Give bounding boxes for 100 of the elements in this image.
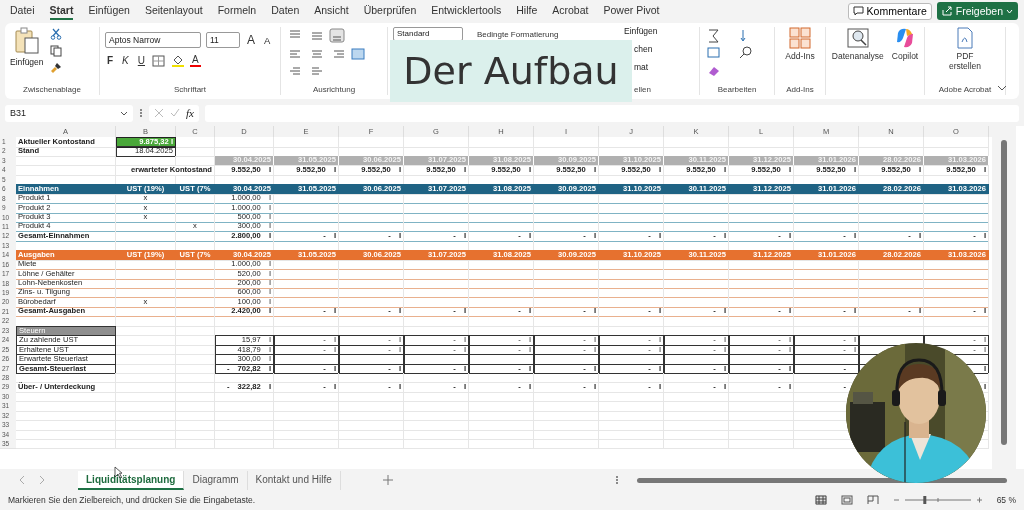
grid-cell bbox=[274, 297, 339, 308]
conditional-formatting-button[interactable]: Bedingte Formatierung bbox=[477, 29, 559, 39]
grid-cell bbox=[664, 212, 729, 223]
font-name-field[interactable]: Aptos Narrow bbox=[105, 32, 201, 48]
grid-cell bbox=[924, 212, 989, 223]
group-label: Bearbeiten bbox=[716, 85, 758, 95]
analysis-button[interactable]: Datenanalyse bbox=[829, 27, 886, 95]
ribbon-tab[interactable]: Acrobat bbox=[552, 2, 589, 20]
zoom-slider[interactable] bbox=[892, 495, 983, 504]
share-button[interactable]: Freigeben bbox=[936, 2, 1018, 20]
zoom-level[interactable]: 65 % bbox=[996, 494, 1016, 505]
font-color-button[interactable]: A bbox=[190, 54, 201, 67]
ribbon-tab[interactable]: Datei bbox=[10, 2, 35, 20]
grid-cell bbox=[534, 278, 599, 289]
sheet-tab[interactable]: Liquiditätsplanung bbox=[78, 470, 185, 490]
grid-cell bbox=[116, 269, 176, 280]
page-layout-icon[interactable] bbox=[840, 494, 853, 505]
grid-cell bbox=[215, 391, 274, 403]
grow-font-button[interactable]: A bbox=[245, 33, 257, 47]
grid-cell bbox=[116, 372, 176, 384]
ribbon-tab[interactable]: Einfügen bbox=[88, 2, 130, 20]
pdf-document-icon bbox=[955, 27, 975, 49]
grid-cell bbox=[729, 372, 794, 384]
font-size-field[interactable]: 11 bbox=[206, 32, 240, 48]
sheet-tab[interactable]: Diagramm bbox=[184, 470, 248, 490]
swirl-icon bbox=[894, 27, 916, 49]
ribbon-tab[interactable]: Power Pivot bbox=[603, 2, 660, 20]
grid-cell bbox=[116, 316, 176, 327]
grid-cell bbox=[599, 401, 664, 412]
grid-cell bbox=[534, 401, 599, 412]
cells-menu-item[interactable]: chen bbox=[634, 44, 653, 54]
italic-button[interactable]: K bbox=[120, 55, 131, 66]
paste-button[interactable]: Einfügen bbox=[10, 27, 44, 67]
analysis-button[interactable]: Copilot bbox=[889, 27, 921, 95]
grid-cell bbox=[924, 269, 989, 280]
grid-cell bbox=[404, 372, 469, 384]
page-break-icon[interactable] bbox=[866, 494, 879, 505]
underline-button[interactable]: U bbox=[135, 55, 147, 66]
grid-cell bbox=[274, 439, 339, 450]
grid-cell bbox=[339, 410, 404, 422]
scissors-icon[interactable] bbox=[49, 28, 62, 40]
grid-cell bbox=[176, 212, 215, 223]
cells-menu-item[interactable]: mat bbox=[634, 62, 649, 72]
comments-button[interactable]: Kommentare bbox=[847, 2, 932, 20]
normal-view-icon[interactable] bbox=[814, 494, 827, 505]
grid-cell bbox=[534, 391, 599, 403]
ribbon-tab[interactable]: Formeln bbox=[217, 2, 257, 20]
next-sheet-icon[interactable] bbox=[38, 475, 46, 485]
grid-cell bbox=[469, 401, 534, 412]
insert-function-button[interactable]: fx bbox=[186, 107, 194, 119]
grid-cell bbox=[469, 316, 534, 327]
ribbon-tab[interactable]: Daten bbox=[271, 2, 300, 20]
zoom-slider-thumb[interactable] bbox=[922, 495, 926, 504]
border-icon[interactable] bbox=[152, 54, 166, 67]
more-icon[interactable] bbox=[139, 108, 143, 118]
grid-cell bbox=[339, 354, 404, 365]
sheet-tab[interactable]: Kontakt und Hilfe bbox=[247, 470, 341, 490]
create-pdf-button[interactable]: PDF erstellen bbox=[946, 27, 984, 85]
chevron-icon[interactable] bbox=[997, 85, 1007, 91]
grid-cell bbox=[599, 193, 664, 205]
grid-cell bbox=[339, 401, 404, 412]
fill-color-icon[interactable] bbox=[171, 54, 185, 67]
grid-cell bbox=[274, 401, 339, 412]
grid-cell bbox=[599, 221, 664, 233]
grid-cell bbox=[664, 221, 729, 233]
previous-sheet-icon[interactable] bbox=[18, 475, 26, 485]
magnifier-chart-icon bbox=[846, 27, 869, 49]
ribbon-tab[interactable]: Entwicklertools bbox=[431, 2, 502, 20]
add-sheet-icon[interactable] bbox=[382, 475, 393, 485]
cells-menu-item[interactable]: Einfügen bbox=[624, 26, 658, 36]
grid-cell bbox=[116, 363, 176, 374]
check-icon[interactable] bbox=[170, 108, 180, 118]
add-ins-button[interactable]: Add-Ins bbox=[783, 27, 817, 85]
grid-cell bbox=[729, 221, 794, 233]
copy-icon[interactable] bbox=[49, 45, 62, 57]
ribbon-tab[interactable]: Ansicht bbox=[314, 2, 349, 20]
more-icon[interactable] bbox=[614, 475, 619, 485]
ribbon-tab[interactable]: Seitenlayout bbox=[144, 2, 203, 20]
grid-cell bbox=[534, 429, 599, 440]
ribbon-tab[interactable]: Hilfe bbox=[516, 2, 538, 20]
clipboard-icon bbox=[13, 27, 40, 55]
caret-icon bbox=[1006, 8, 1013, 14]
grid-cell bbox=[599, 429, 664, 440]
shrink-font-button[interactable]: A bbox=[262, 34, 273, 46]
grid-cell bbox=[664, 269, 729, 280]
grid-cell bbox=[116, 401, 176, 412]
grid-cell bbox=[534, 203, 599, 214]
group-label: Schriftart bbox=[173, 85, 207, 95]
name-box[interactable]: B31 bbox=[5, 104, 133, 122]
grid-cell bbox=[534, 439, 599, 450]
ribbon-tab[interactable]: Überprüfen bbox=[363, 2, 417, 20]
grid-cell bbox=[794, 193, 859, 205]
paintbrush-icon[interactable] bbox=[49, 62, 62, 74]
cancel-icon[interactable] bbox=[154, 108, 164, 118]
grid-cell bbox=[534, 288, 599, 299]
ribbon-tab[interactable]: Start bbox=[49, 2, 74, 20]
grid-cell bbox=[859, 297, 924, 308]
bold-button[interactable]: F bbox=[105, 55, 116, 66]
grid-cell bbox=[729, 278, 794, 289]
grid-cell bbox=[664, 439, 729, 450]
